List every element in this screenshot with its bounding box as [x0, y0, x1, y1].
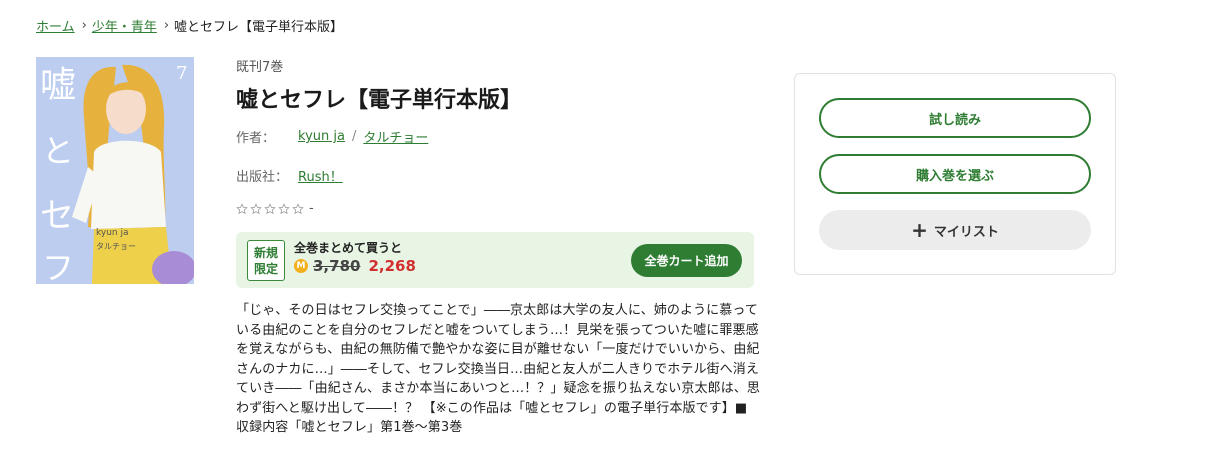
cover-title-char: セ [40, 196, 74, 236]
chevron-right-icon: › [81, 17, 87, 33]
breadcrumb: ホーム › 少年・青年 › 嘘とセフレ【電子単行本版】 [36, 14, 343, 36]
book-description: 「じゃ、その日はセフレ交換ってことで」――京太郎は大学の友人に、姉のように慕って… [236, 303, 761, 435]
star-empty-icon [278, 202, 290, 214]
cover-author-text: kyun ja [96, 228, 129, 238]
plus-icon: + [911, 218, 928, 242]
breadcrumb-category-link[interactable]: 少年・青年 [92, 16, 157, 35]
volume-count: 既刊7巻 [236, 60, 284, 75]
author-separator: / [351, 129, 357, 144]
breadcrumb-home-link[interactable]: ホーム [36, 16, 75, 35]
original-price: 3,780 [313, 257, 361, 275]
rating[interactable]: - [236, 201, 314, 216]
new-limited-badge: 新規 限定 [247, 240, 285, 281]
buy-all-panel: 新規 限定 全巻まとめて買うと M 3,780 2,268 全巻カート追加 [236, 232, 754, 288]
trial-read-button[interactable]: 試し読み [819, 98, 1091, 138]
publisher-link[interactable]: Rush！ [298, 166, 343, 185]
author-row: 作者： kyun ja / タルチョー [236, 127, 428, 146]
badge-line: 限定 [253, 262, 278, 276]
star-empty-icon [264, 202, 276, 214]
chevron-right-icon: › [163, 17, 170, 33]
star-empty-icon [236, 202, 248, 214]
cover-artist-text: タルチョー [96, 242, 136, 251]
price-line: M 3,780 2,268 [294, 257, 416, 275]
coin-icon: M [294, 259, 308, 273]
mylist-label: マイリスト [933, 224, 999, 240]
select-volume-button[interactable]: 購入巻を選ぶ [819, 154, 1091, 194]
breadcrumb-current: 嘘とセフレ【電子単行本版】 [174, 19, 344, 35]
publisher-row: 出版社： Rush！ [236, 166, 343, 185]
badge-line: 新規 [253, 246, 278, 260]
add-to-mylist-button[interactable]: + マイリスト [819, 210, 1091, 250]
publisher-label: 出版社： [236, 170, 289, 185]
add-all-to-cart-button[interactable]: 全巻カート追加 [631, 244, 742, 277]
rating-value: - [309, 201, 314, 216]
action-panel: 試し読み 購入巻を選ぶ + マイリスト [794, 73, 1116, 275]
cover-volume-number: 7 [176, 63, 187, 84]
author-link[interactable]: kyun ja [298, 129, 345, 144]
star-empty-icon [292, 202, 304, 214]
author-link[interactable]: タルチョー [363, 127, 428, 146]
discount-price: 2,268 [368, 257, 416, 275]
book-cover-image[interactable]: 嘘 と セ フ 7 kyun ja タルチョー [36, 57, 194, 284]
author-label: 作者： [236, 131, 276, 146]
cover-title-char: と [42, 132, 74, 170]
cover-title-char: フ [42, 249, 74, 284]
book-title: 嘘とセフレ【電子単行本版】 [236, 88, 523, 113]
star-empty-icon [250, 202, 262, 214]
buy-all-label: 全巻まとめて買うと [294, 241, 403, 255]
cover-title-char: 嘘 [40, 65, 76, 106]
